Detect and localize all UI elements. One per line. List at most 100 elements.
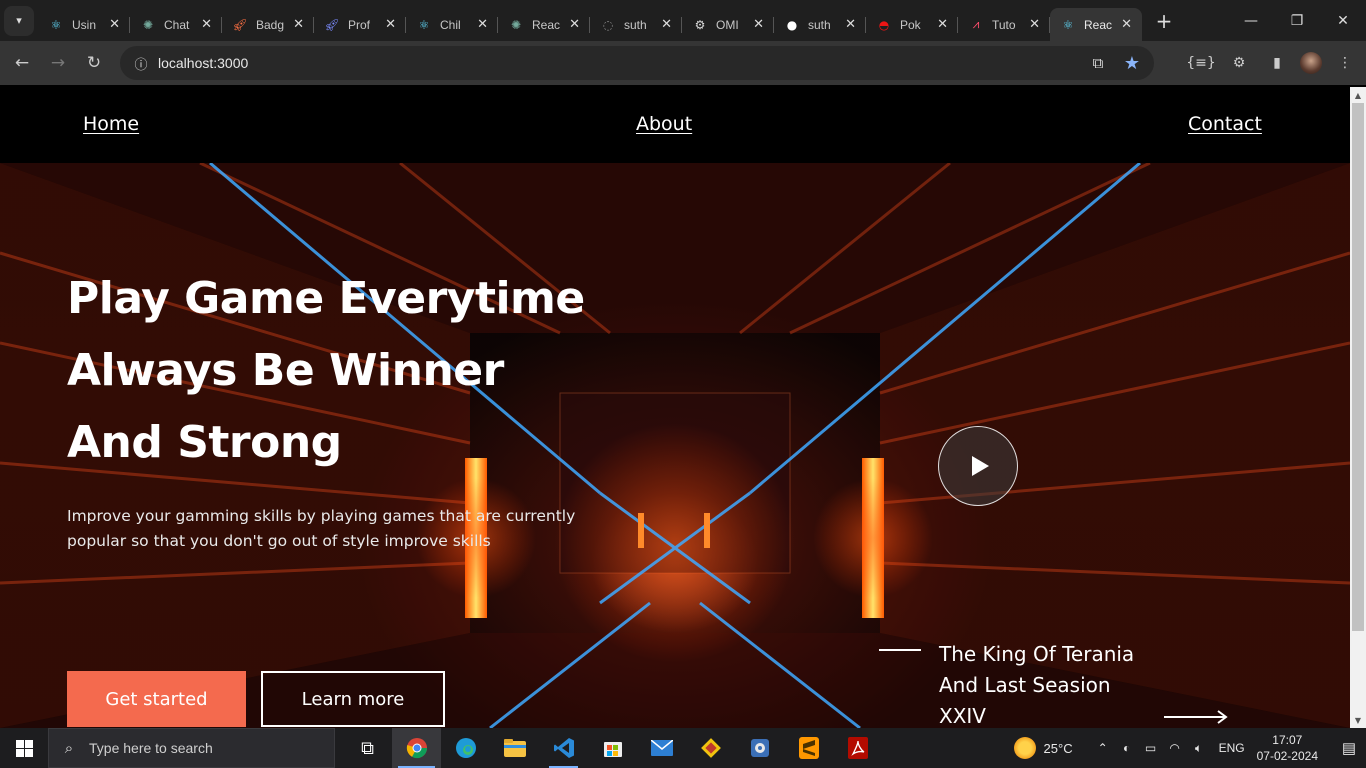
browser-tab[interactable]: ● suth ✕ bbox=[774, 8, 866, 41]
season-caption: The King Of Terania And Last Seasion XXI… bbox=[939, 639, 1159, 728]
close-tab-icon[interactable]: ✕ bbox=[475, 17, 490, 33]
close-tab-icon[interactable]: ✕ bbox=[1119, 17, 1134, 33]
browser-tab[interactable]: 🚀︎ Badg ✕ bbox=[222, 8, 314, 41]
github-icon: ● bbox=[786, 17, 798, 32]
acrobat-icon[interactable] bbox=[833, 728, 882, 768]
clock-date: 07-02-2024 bbox=[1256, 749, 1318, 763]
extension-badge-icon[interactable]: {≡} bbox=[1186, 48, 1216, 78]
git-tool-icon[interactable] bbox=[686, 728, 735, 768]
next-arrow-icon[interactable] bbox=[1164, 709, 1228, 725]
season-line-3: XXIV bbox=[939, 704, 986, 728]
scroll-down-icon[interactable]: ▼ bbox=[1350, 712, 1366, 728]
reload-icon[interactable]: ↻ bbox=[76, 45, 112, 81]
scrollbar-thumb[interactable] bbox=[1352, 103, 1364, 631]
learn-more-button[interactable]: Learn more bbox=[261, 671, 445, 727]
language-indicator[interactable]: ENG bbox=[1219, 741, 1245, 755]
taskbar-search-box[interactable]: ⌕ Type here to search bbox=[48, 728, 335, 768]
get-started-button[interactable]: Get started bbox=[67, 671, 246, 727]
task-view-icon[interactable]: ⧉ bbox=[343, 728, 392, 768]
extensions-icon[interactable]: ⚙ bbox=[1224, 48, 1254, 78]
browser-tab[interactable]: 🚀︎ Prof ✕ bbox=[314, 8, 406, 41]
windows-start-icon[interactable] bbox=[0, 728, 48, 768]
browser-tab-bar: ▾ ⚛ Usin ✕ ✺ Chat ✕ 🚀︎ Badg ✕ 🚀︎ Prof ✕ ⚛ Chil ✕ ✺ Reac ✕… bbox=[0, 0, 1366, 41]
bookmark-star-icon[interactable]: ★ bbox=[1120, 51, 1144, 75]
weather-sun-icon bbox=[1013, 737, 1036, 759]
close-tab-icon[interactable]: ✕ bbox=[935, 17, 950, 33]
toolbar-actions: {≡} ⚙ ▮ ⋮ bbox=[1186, 45, 1360, 81]
search-icon: ⌕ bbox=[64, 739, 74, 757]
browser-tab[interactable]: ✺ Reac ✕ bbox=[498, 8, 590, 41]
tab-title: Badg bbox=[256, 17, 285, 32]
openai-icon: ✺ bbox=[142, 17, 154, 32]
loading-icon: ◌ bbox=[602, 17, 614, 32]
close-tab-icon[interactable]: ✕ bbox=[1027, 17, 1042, 33]
vscode-icon[interactable] bbox=[539, 728, 588, 768]
tab-title: Chat bbox=[164, 17, 190, 32]
mail-icon[interactable] bbox=[637, 728, 686, 768]
notification-icon[interactable]: ▤ bbox=[1332, 739, 1366, 757]
rocket-icon: 🚀︎ bbox=[324, 17, 340, 32]
sublime-text-icon[interactable] bbox=[784, 728, 833, 768]
file-explorer-icon[interactable] bbox=[490, 728, 539, 768]
edge-icon[interactable] bbox=[441, 728, 490, 768]
back-icon[interactable]: ← bbox=[4, 45, 40, 81]
profile-avatar[interactable] bbox=[1300, 52, 1322, 74]
restore-icon[interactable]: ❐ bbox=[1274, 0, 1320, 41]
browser-tab[interactable]: ⚛ Usin ✕ bbox=[38, 8, 130, 41]
close-tab-icon[interactable]: ✕ bbox=[199, 17, 214, 33]
site-info-icon[interactable]: ⓘ bbox=[124, 46, 158, 80]
headline-line-2: Always Be Winner bbox=[67, 345, 504, 396]
page-scrollbar[interactable]: ▲ ▼ bbox=[1350, 87, 1366, 728]
browser-tab[interactable]: ⚛ Reac ✕ bbox=[1050, 8, 1142, 41]
nav-link-home[interactable]: Home bbox=[83, 113, 139, 135]
browser-tab[interactable]: ◓ Pok ✕ bbox=[866, 8, 958, 41]
hero-headline: Play Game Everytime Always Be Winner And… bbox=[67, 263, 585, 479]
browser-tab[interactable]: ⚙ OMI ✕ bbox=[682, 8, 774, 41]
close-tab-icon[interactable]: ✕ bbox=[843, 17, 858, 33]
close-tab-icon[interactable]: ✕ bbox=[659, 17, 674, 33]
browser-tab[interactable]: ⚛ Chil ✕ bbox=[406, 8, 498, 41]
wifi-icon[interactable]: ◠ bbox=[1163, 741, 1187, 755]
minimize-icon[interactable]: — bbox=[1228, 0, 1274, 41]
browser-tab[interactable]: ✺ Chat ✕ bbox=[130, 8, 222, 41]
url-text[interactable]: localhost:3000 bbox=[158, 55, 248, 71]
scroll-up-icon[interactable]: ▲ bbox=[1350, 87, 1366, 103]
tab-title: suth bbox=[808, 17, 831, 32]
tab-title: Prof bbox=[348, 17, 371, 32]
close-tab-icon[interactable]: ✕ bbox=[567, 17, 582, 33]
headline-line-1: Play Game Everytime bbox=[67, 273, 585, 324]
close-window-icon[interactable]: ✕ bbox=[1320, 0, 1366, 41]
description-line-2: popular so that you don't go out of styl… bbox=[67, 532, 491, 550]
menu-kebab-icon[interactable]: ⋮ bbox=[1330, 48, 1360, 78]
react-icon: ⚛ bbox=[418, 17, 430, 32]
system-tray: 25°C ⌃ ◐ ▭ ◠ 🔈︎ ENG 17:07 07-02-2024 ▤ bbox=[1013, 728, 1366, 768]
close-tab-icon[interactable]: ✕ bbox=[291, 17, 306, 33]
new-tab-button[interactable]: + bbox=[1150, 7, 1178, 35]
react-icon: ⚛ bbox=[50, 17, 62, 32]
clock[interactable]: 17:07 07-02-2024 bbox=[1257, 732, 1318, 764]
close-tab-icon[interactable]: ✕ bbox=[107, 17, 122, 33]
browser-tab[interactable]: ◌ suth ✕ bbox=[590, 8, 682, 41]
chevron-up-icon[interactable]: ⌃ bbox=[1091, 741, 1115, 755]
nav-link-about[interactable]: About bbox=[636, 113, 692, 135]
play-video-button[interactable] bbox=[938, 426, 1018, 506]
close-tab-icon[interactable]: ✕ bbox=[751, 17, 766, 33]
tab-title: Reac bbox=[532, 17, 561, 32]
remote-tool-icon[interactable] bbox=[735, 728, 784, 768]
close-tab-icon[interactable]: ✕ bbox=[383, 17, 398, 33]
browser-tab[interactable]: ⩘ Tuto ✕ bbox=[958, 8, 1050, 41]
address-bar[interactable]: ⓘ localhost:3000 ⧉ ★ bbox=[120, 46, 1154, 80]
site-navbar: Home About Contact bbox=[0, 87, 1350, 163]
volume-icon[interactable]: 🔈︎ bbox=[1187, 741, 1211, 756]
weather-widget[interactable]: 25°C bbox=[1013, 737, 1073, 759]
nav-link-contact[interactable]: Contact bbox=[1188, 113, 1262, 135]
side-panel-icon[interactable]: ▮ bbox=[1262, 48, 1292, 78]
taskbar-apps: ⧉ bbox=[343, 728, 882, 768]
forward-icon[interactable]: → bbox=[40, 45, 76, 81]
tab-search-button[interactable]: ▾ bbox=[4, 5, 34, 36]
install-app-icon[interactable]: ⧉ bbox=[1086, 51, 1110, 75]
meet-icon[interactable]: ◐ bbox=[1115, 741, 1139, 755]
microsoft-store-icon[interactable] bbox=[588, 728, 637, 768]
chrome-icon[interactable] bbox=[392, 728, 441, 768]
battery-icon[interactable]: ▭ bbox=[1139, 741, 1163, 755]
